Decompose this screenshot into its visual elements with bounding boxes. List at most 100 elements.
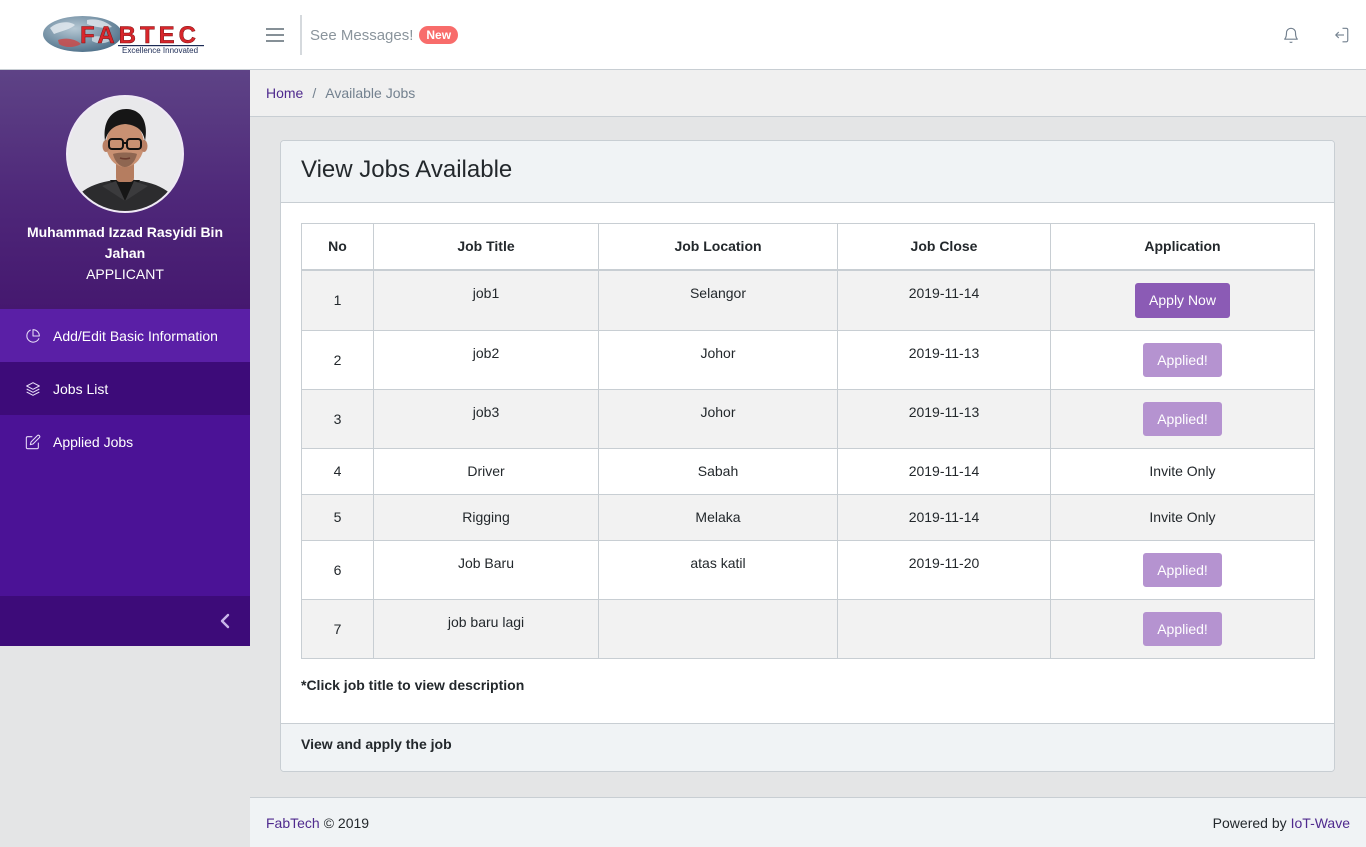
column-header-job-title: Job Title [373, 223, 599, 271]
breadcrumb-separator: / [312, 85, 317, 101]
cell-no: 2 [301, 330, 374, 390]
avatar [66, 95, 184, 213]
cell-close-date: 2019-11-20 [837, 540, 1051, 600]
applied-button[interactable]: Applied! [1143, 343, 1222, 377]
applied-button[interactable]: Applied! [1143, 612, 1222, 646]
footer-left: FabTech © 2019 [266, 815, 369, 831]
job-title-link[interactable]: Rigging [373, 494, 599, 541]
bell-icon[interactable] [1282, 25, 1300, 45]
jobs-card: View Jobs Available No Job Title Job Loc… [280, 140, 1335, 772]
table-row: 1 job1 Selangor 2019-11-14 Apply Now [301, 269, 1315, 331]
card-header: View Jobs Available [281, 141, 1334, 203]
table-row: 5 Rigging Melaka 2019-11-14 Invite Only [301, 494, 1315, 541]
page-title: View Jobs Available [301, 156, 513, 183]
table-note: *Click job title to view description [301, 677, 525, 693]
breadcrumb-home-link[interactable]: Home [266, 85, 303, 101]
cell-no: 5 [301, 494, 374, 541]
cell-no: 1 [301, 269, 374, 331]
table-row: 4 Driver Sabah 2019-11-14 Invite Only [301, 448, 1315, 495]
footer-right: Powered by IoT-Wave [1213, 815, 1350, 831]
cell-application: Applied! [1050, 540, 1315, 600]
table-header-row: No Job Title Job Location Job Close Appl… [301, 223, 1315, 271]
logout-icon[interactable] [1332, 25, 1350, 45]
cell-location: Sabah [598, 448, 838, 495]
sidebar: Muhammad Izzad Rasyidi Bin Jahan APPLICA… [0, 70, 250, 646]
fabtec-logo: FABTEC Excellence Innovated [43, 16, 204, 55]
cell-location: Johor [598, 330, 838, 390]
column-header-job-close: Job Close [837, 223, 1051, 271]
sidebar-item-label: Applied Jobs [53, 433, 134, 450]
cell-application: Apply Now [1050, 269, 1315, 331]
breadcrumb-current: Available Jobs [325, 85, 416, 101]
logo-text: FABTEC [80, 22, 200, 49]
user-name: Muhammad Izzad Rasyidi Bin Jahan [26, 224, 224, 261]
cell-location: Johor [598, 389, 838, 449]
cell-no: 3 [301, 389, 374, 449]
sidebar-item-label: Add/Edit Basic Information [53, 327, 218, 344]
brand-logo[interactable]: FABTEC Excellence Innovated [40, 13, 208, 57]
table-row: 3 job3 Johor 2019-11-13 Applied! [301, 389, 1315, 449]
footer-copyright: © 2019 [323, 814, 370, 831]
invite-only-text: Invite Only [1050, 448, 1315, 495]
column-header-job-location: Job Location [598, 223, 838, 271]
column-header-no: No [301, 223, 374, 271]
messages-link[interactable]: See Messages! New [310, 23, 459, 47]
cell-close-date: 2019-11-13 [837, 389, 1051, 449]
chevron-left-icon [220, 613, 230, 629]
card-body: No Job Title Job Location Job Close Appl… [281, 203, 1334, 723]
cell-close-date: 2019-11-14 [837, 494, 1051, 541]
hamburger-icon [266, 28, 284, 42]
sidebar-item-jobs-list[interactable]: Jobs List [0, 362, 250, 415]
job-title-link[interactable]: Driver [373, 448, 599, 495]
applied-button[interactable]: Applied! [1143, 553, 1222, 587]
messages-label: See Messages! [310, 26, 414, 44]
cell-no: 4 [301, 448, 374, 495]
cell-close-date: 2019-11-14 [837, 269, 1051, 331]
user-role: APPLICANT [86, 266, 164, 282]
sidebar-item-label: Jobs List [53, 380, 109, 397]
page-footer: FabTech © 2019 Powered by IoT-Wave [250, 797, 1366, 847]
cell-application: Applied! [1050, 599, 1315, 659]
card-footer: View and apply the job [281, 723, 1334, 771]
job-title-link[interactable]: job baru lagi [373, 599, 599, 659]
applied-button[interactable]: Applied! [1143, 402, 1222, 436]
top-navbar: FABTEC Excellence Innovated See Messages… [0, 0, 1366, 70]
cell-application: Applied! [1050, 330, 1315, 390]
cell-close-date: 2019-11-13 [837, 330, 1051, 390]
table-row: 7 job baru lagi Applied! [301, 599, 1315, 659]
footer-powered-by: Powered by [1212, 814, 1287, 831]
invite-only-text: Invite Only [1050, 494, 1315, 541]
breadcrumb: Home / Available Jobs [250, 70, 1366, 117]
cell-close-date: 2019-11-14 [837, 448, 1051, 495]
job-title-link[interactable]: job3 [373, 389, 599, 449]
table-row: 6 Job Baru atas katil 2019-11-20 Applied… [301, 540, 1315, 600]
logo-tagline: Excellence Innovated [122, 46, 198, 55]
note-icon [25, 434, 41, 449]
cell-location: atas katil [598, 540, 838, 600]
cell-location: Selangor [598, 269, 838, 331]
cell-location [598, 599, 838, 659]
jobs-table: No Job Title Job Location Job Close Appl… [301, 223, 1315, 659]
sidebar-toggle-button[interactable] [263, 25, 287, 45]
sidebar-minimizer-button[interactable] [0, 596, 250, 646]
table-row: 2 job2 Johor 2019-11-13 Applied! [301, 330, 1315, 390]
job-title-link[interactable]: job2 [373, 330, 599, 390]
job-title-link[interactable]: job1 [373, 269, 599, 331]
job-title-link[interactable]: Job Baru [373, 540, 599, 600]
cell-no: 7 [301, 599, 374, 659]
new-badge: New [419, 26, 459, 44]
sidebar-user-panel: Muhammad Izzad Rasyidi Bin Jahan APPLICA… [0, 70, 250, 309]
sidebar-item-applied-jobs[interactable]: Applied Jobs [0, 415, 250, 468]
footer-iot-wave-link[interactable]: IoT-Wave [1291, 815, 1350, 831]
header-divider [300, 15, 302, 55]
cell-no: 6 [301, 540, 374, 600]
column-header-application: Application [1050, 223, 1315, 271]
layers-icon [26, 381, 40, 396]
pie-chart-icon [26, 328, 40, 343]
cell-application: Applied! [1050, 389, 1315, 449]
sidebar-item-basic-information[interactable]: Add/Edit Basic Information [0, 309, 250, 362]
cell-location: Melaka [598, 494, 838, 541]
footer-brand-link[interactable]: FabTech [266, 815, 320, 831]
user-photo [68, 97, 182, 211]
apply-now-button[interactable]: Apply Now [1135, 283, 1230, 318]
